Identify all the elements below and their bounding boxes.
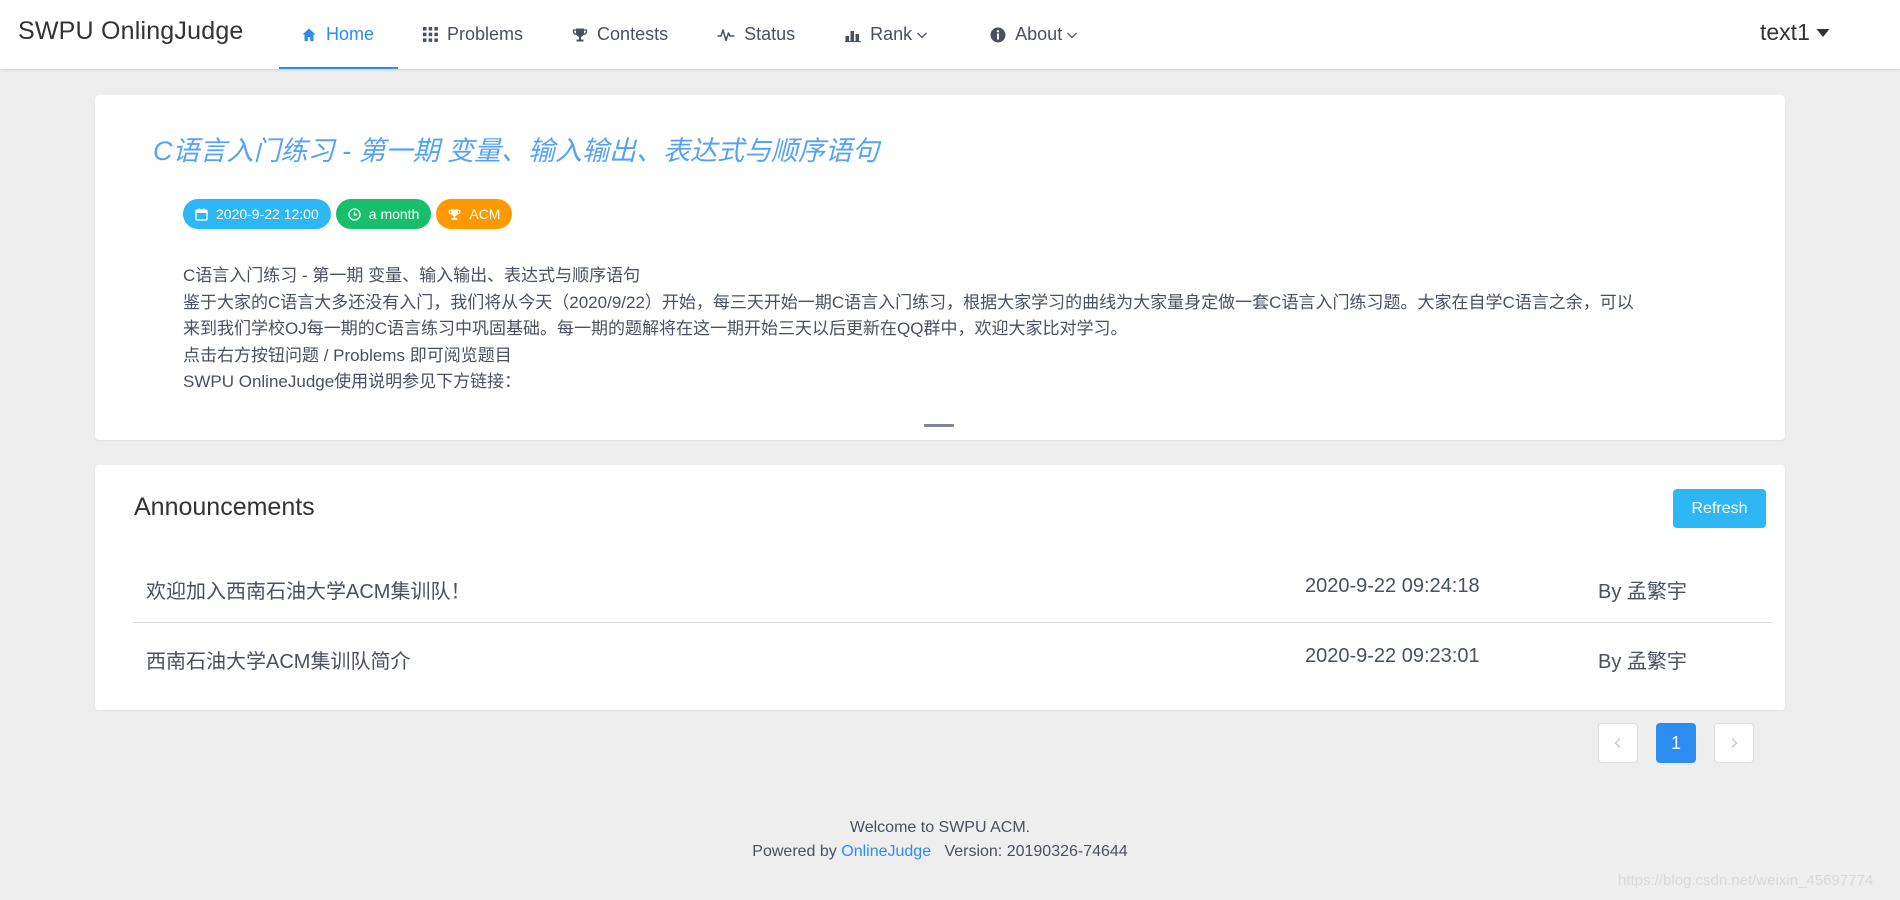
announcement-title[interactable]: 欢迎加入西南石油大学ACM集训队！ (146, 575, 470, 604)
chevron-down-icon (917, 32, 928, 38)
grid-icon (423, 27, 438, 42)
nav-home-label: Home (326, 24, 375, 44)
nav-contests-label: Contests (597, 24, 669, 44)
nav-contests[interactable]: Contests (547, 0, 692, 69)
start-time-text: 2020-9-22 12:00 (216, 206, 319, 222)
nav-rank-label: Rank (870, 24, 913, 44)
chevron-down-icon (1067, 32, 1078, 38)
announcement-row[interactable]: 西南石油大学ACM集训队简介 2020-9-22 09:23:01 By 孟繁宇 (133, 622, 1773, 691)
nav-about[interactable]: About (970, 0, 1102, 69)
duration-badge: a month (335, 199, 432, 229)
page-1-button[interactable]: 1 (1656, 723, 1696, 763)
user-menu[interactable]: text1 (1760, 19, 1830, 46)
contest-tags: 2020-9-22 12:00 a month ACM (183, 199, 513, 229)
rule-type-badge: ACM (436, 199, 513, 229)
watermark: https://blog.csdn.net/weixin_45697774 (1618, 872, 1874, 889)
announcement-author: By 孟繁宇 (1598, 581, 1687, 603)
announcements-title: Announcements (134, 493, 315, 521)
next-page-button[interactable] (1714, 723, 1754, 763)
description-line: 鉴于大家的C语言大多还没有入门，我们将从今天（2020/9/22）开始，每三天开… (183, 292, 1634, 312)
contest-card: C语言入门练习 - 第一期 变量、输入输出、表达式与顺序语句 2020-9-22… (95, 95, 1785, 440)
onlinejudge-link[interactable]: OnlineJudge (841, 843, 931, 860)
info-icon (990, 27, 1006, 42)
description-line: 来到我们学校OJ每一期的C语言练习中巩固基础。每一期的题解将在这一期开始三天以后… (183, 319, 1128, 338)
footer-welcome: Welcome to SWPU ACM. (849, 819, 1031, 836)
nav-rank[interactable]: Rank (820, 0, 970, 69)
nav-about-label: About (1015, 24, 1063, 44)
announcement-title[interactable]: 西南石油大学ACM集训队简介 (146, 645, 410, 674)
footer-powered-by: Powered by (752, 843, 837, 860)
chevron-left-icon (1614, 738, 1621, 748)
announcement-date: 2020-9-22 09:23:01 (1305, 645, 1480, 667)
nav-problems-label: Problems (447, 24, 524, 44)
bar-chart-icon (845, 30, 862, 42)
announcement-date: 2020-9-22 09:24:18 (1305, 575, 1480, 597)
rule-type-text: ACM (469, 206, 501, 222)
contest-description: C语言入门练习 - 第一期 变量、输入输出、表达式与顺序语句 鉴于大家的C语言大… (183, 263, 1703, 396)
pagination: 1 (1598, 723, 1754, 763)
brand-logo[interactable]: SWPU OnlingJudge (18, 17, 244, 46)
collapse-handle[interactable] (924, 424, 954, 427)
start-time-badge: 2020-9-22 12:00 (183, 199, 331, 229)
clock-icon (348, 207, 361, 221)
nav-problems[interactable]: Problems (398, 0, 547, 69)
top-navbar: SWPU OnlingJudge Home Problems Contests … (0, 0, 1900, 69)
caret-down-icon (1816, 28, 1830, 37)
pulse-icon (717, 28, 735, 41)
trophy-icon (448, 208, 461, 220)
announcement-row[interactable]: 欢迎加入西南石油大学ACM集训队！ 2020-9-22 09:24:18 By … (133, 553, 1773, 622)
announcement-list: 欢迎加入西南石油大学ACM集训队！ 2020-9-22 09:24:18 By … (133, 553, 1773, 691)
trophy-icon (572, 28, 588, 41)
announcements-card: Announcements Refresh 欢迎加入西南石油大学ACM集训队！ … (95, 465, 1785, 710)
nav-status-label: Status (744, 24, 796, 44)
footer-powered: Powered by OnlineJudge Version: 20190326… (0, 840, 1880, 864)
description-line: SWPU OnlineJudge使用说明参见下方链接： (183, 372, 522, 391)
prev-page-button[interactable] (1598, 723, 1638, 763)
refresh-button[interactable]: Refresh (1673, 489, 1766, 528)
announcement-author: By 孟繁宇 (1598, 651, 1687, 673)
duration-text: a month (368, 206, 420, 222)
description-line: 点击右方按钮问题 / Problems 即可阅览题目 (183, 345, 512, 365)
contest-title-link[interactable]: C语言入门练习 - 第一期 变量、输入输出、表达式与顺序语句 (153, 129, 879, 168)
footer: Welcome to SWPU ACM. Powered by OnlineJu… (0, 816, 1880, 864)
nav-status[interactable]: Status (692, 0, 820, 69)
username: text1 (1760, 19, 1810, 45)
calendar-icon (195, 208, 208, 221)
main-nav: Home Problems Contests Status Rank About (279, 0, 1102, 69)
nav-home[interactable]: Home (279, 0, 399, 69)
description-line: C语言入门练习 - 第一期 变量、输入输出、表达式与顺序语句 (183, 266, 641, 285)
home-icon (302, 28, 316, 41)
footer-version: Version: 20190326-74644 (944, 843, 1128, 860)
chevron-right-icon (1731, 738, 1738, 748)
